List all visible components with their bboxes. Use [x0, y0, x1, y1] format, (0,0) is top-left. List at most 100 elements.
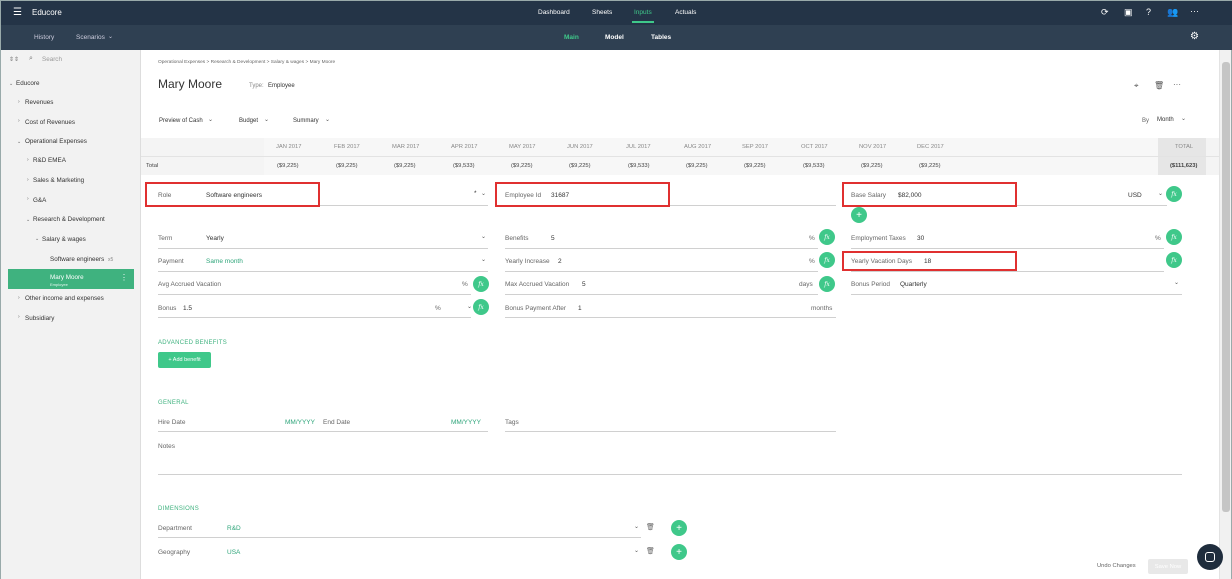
- amount-cell[interactable]: ($9,225): [686, 163, 708, 169]
- formula-icon[interactable]: fx: [819, 252, 835, 268]
- amount-cell[interactable]: ($9,225): [277, 163, 299, 169]
- help-icon[interactable]: ?: [1146, 7, 1151, 17]
- tab-main[interactable]: Main: [564, 34, 579, 41]
- tab-tables[interactable]: Tables: [651, 34, 671, 41]
- amount-cell[interactable]: ($9,225): [569, 163, 591, 169]
- scrollbar[interactable]: [1219, 50, 1231, 579]
- yearly-increase-label: Yearly Increase: [505, 258, 550, 265]
- sidebar-item-cost-of-revenues[interactable]: Cost of Revenues: [25, 119, 75, 126]
- by-dropdown[interactable]: Month: [1157, 117, 1174, 123]
- employment-taxes-input[interactable]: 30: [917, 235, 924, 242]
- budget-dropdown[interactable]: Budget: [239, 118, 258, 124]
- amount-cell[interactable]: ($9,225): [744, 163, 766, 169]
- payment-select[interactable]: Same month: [206, 258, 243, 265]
- formula-icon[interactable]: fx: [819, 229, 835, 245]
- nav-dashboard[interactable]: Dashboard: [538, 9, 570, 16]
- trash-icon[interactable]: 🗑: [1154, 81, 1164, 90]
- location-icon[interactable]: ⌖: [1134, 81, 1139, 91]
- gear-icon[interactable]: ⚙: [1190, 31, 1199, 42]
- hire-date-input[interactable]: MM/YYYY: [285, 419, 315, 426]
- max-vacation-input[interactable]: 5: [582, 281, 586, 288]
- add-department-button[interactable]: +: [671, 520, 687, 536]
- sidebar-item-mary-moore[interactable]: Mary Moore Employee ⋮: [8, 269, 134, 289]
- currency-select[interactable]: USD: [1128, 192, 1142, 199]
- formula-icon[interactable]: fx: [819, 276, 835, 292]
- expand-collapse-icon[interactable]: ⇕⇕: [9, 56, 19, 63]
- scenarios-button[interactable]: Scenarios: [76, 34, 105, 41]
- nav-active-indicator: [632, 21, 654, 23]
- nav-actuals[interactable]: Actuals: [675, 9, 696, 16]
- sidebar-item-rd-emea[interactable]: R&D EMEA: [33, 157, 66, 164]
- formula-icon[interactable]: fx: [1166, 252, 1182, 268]
- benefits-input[interactable]: 5: [551, 235, 555, 242]
- add-geography-button[interactable]: +: [671, 544, 687, 560]
- preview-dropdown[interactable]: Preview of Cash: [159, 118, 203, 124]
- refresh-icon[interactable]: ⟳: [1101, 7, 1109, 18]
- formula-icon[interactable]: fx: [1166, 186, 1182, 202]
- notification-icon[interactable]: ▣: [1124, 7, 1133, 18]
- more-vertical-icon[interactable]: ⋮: [120, 273, 128, 282]
- summary-dropdown[interactable]: Summary: [293, 118, 319, 124]
- nav-sheets[interactable]: Sheets: [592, 9, 612, 16]
- sidebar-search-input[interactable]: Search: [42, 56, 62, 63]
- amount-cell[interactable]: ($9,225): [394, 163, 416, 169]
- trash-icon[interactable]: 🗑: [646, 547, 655, 555]
- bonus-period-underline: [851, 294, 1182, 295]
- formula-icon[interactable]: fx: [473, 276, 489, 292]
- sidebar-item-sales-marketing[interactable]: Sales & Marketing: [33, 177, 84, 184]
- month-header: FEB 2017: [334, 144, 360, 150]
- amount-cell[interactable]: ($9,225): [919, 163, 941, 169]
- formula-icon[interactable]: fx: [1166, 229, 1182, 245]
- bonus-after-input[interactable]: 1: [578, 305, 582, 312]
- tab-model[interactable]: Model: [605, 34, 624, 41]
- more-icon[interactable]: ···: [1173, 80, 1181, 89]
- sidebar: ⇕⇕ ⌕ Search ⌄ Educore › Revenues › Cost …: [1, 50, 141, 579]
- history-button[interactable]: History: [34, 34, 54, 41]
- avg-vacation-label: Avg Accrued Vacation: [158, 281, 221, 288]
- more-icon[interactable]: ···: [1190, 6, 1199, 16]
- sidebar-item-subsidiary[interactable]: Subsidiary: [25, 315, 54, 322]
- end-date-input[interactable]: MM/YYYY: [451, 419, 481, 426]
- sidebar-item-educore[interactable]: Educore: [16, 80, 39, 87]
- notes-textarea[interactable]: [158, 474, 1182, 475]
- amount-cell[interactable]: ($9,225): [861, 163, 883, 169]
- yearly-increase-underline: [505, 271, 818, 272]
- sidebar-item-revenues[interactable]: Revenues: [25, 99, 53, 106]
- nav-inputs[interactable]: Inputs: [634, 9, 652, 16]
- formula-icon[interactable]: fx: [473, 299, 489, 315]
- chevron-down-icon: ⌄: [634, 524, 640, 530]
- amount-cell[interactable]: ($9,225): [336, 163, 358, 169]
- sidebar-item-research-development[interactable]: Research & Development: [33, 216, 105, 223]
- chat-button[interactable]: [1197, 544, 1223, 570]
- month-header: OCT 2017: [801, 144, 828, 150]
- amount-cell[interactable]: ($9,533): [803, 163, 825, 169]
- breadcrumb[interactable]: Operational Expenses > Research & Develo…: [158, 60, 335, 65]
- department-select[interactable]: R&D: [227, 525, 241, 532]
- amount-cell[interactable]: ($9,225): [511, 163, 533, 169]
- max-vacation-underline: [505, 294, 818, 295]
- scroll-thumb[interactable]: [1222, 62, 1230, 512]
- undo-changes-button[interactable]: Undo Changes: [1097, 563, 1136, 569]
- bonus-input[interactable]: 1.5: [183, 305, 192, 312]
- amount-cell[interactable]: ($9,533): [628, 163, 650, 169]
- sidebar-item-other-income[interactable]: Other income and expenses: [25, 295, 104, 302]
- term-select[interactable]: Yearly: [206, 235, 224, 242]
- trash-icon[interactable]: 🗑: [646, 523, 655, 531]
- sidebar-item-software-engineers[interactable]: Software engineers: [50, 256, 104, 263]
- yearly-increase-input[interactable]: 2: [558, 258, 562, 265]
- bonus-period-select[interactable]: Quarterly: [900, 281, 927, 288]
- sidebar-item-operational-expenses[interactable]: Operational Expenses: [25, 138, 87, 145]
- month-header: AUG 2017: [684, 144, 712, 150]
- dimensions-title: DIMENSIONS: [158, 506, 200, 512]
- add-benefit-button[interactable]: + Add benefit: [158, 352, 211, 368]
- add-salary-button[interactable]: +: [851, 207, 867, 223]
- save-now-button[interactable]: Save Now: [1148, 559, 1188, 574]
- geography-select[interactable]: USA: [227, 549, 240, 556]
- required-marker: *: [474, 190, 477, 197]
- months-unit: months: [811, 305, 833, 312]
- sidebar-item-ga[interactable]: G&A: [33, 197, 46, 204]
- users-icon[interactable]: 👥: [1167, 7, 1178, 18]
- sidebar-item-salary-wages[interactable]: Salary & wages: [42, 236, 86, 243]
- amount-cell[interactable]: ($9,533): [453, 163, 475, 169]
- hamburger-icon[interactable]: ☰: [13, 7, 22, 18]
